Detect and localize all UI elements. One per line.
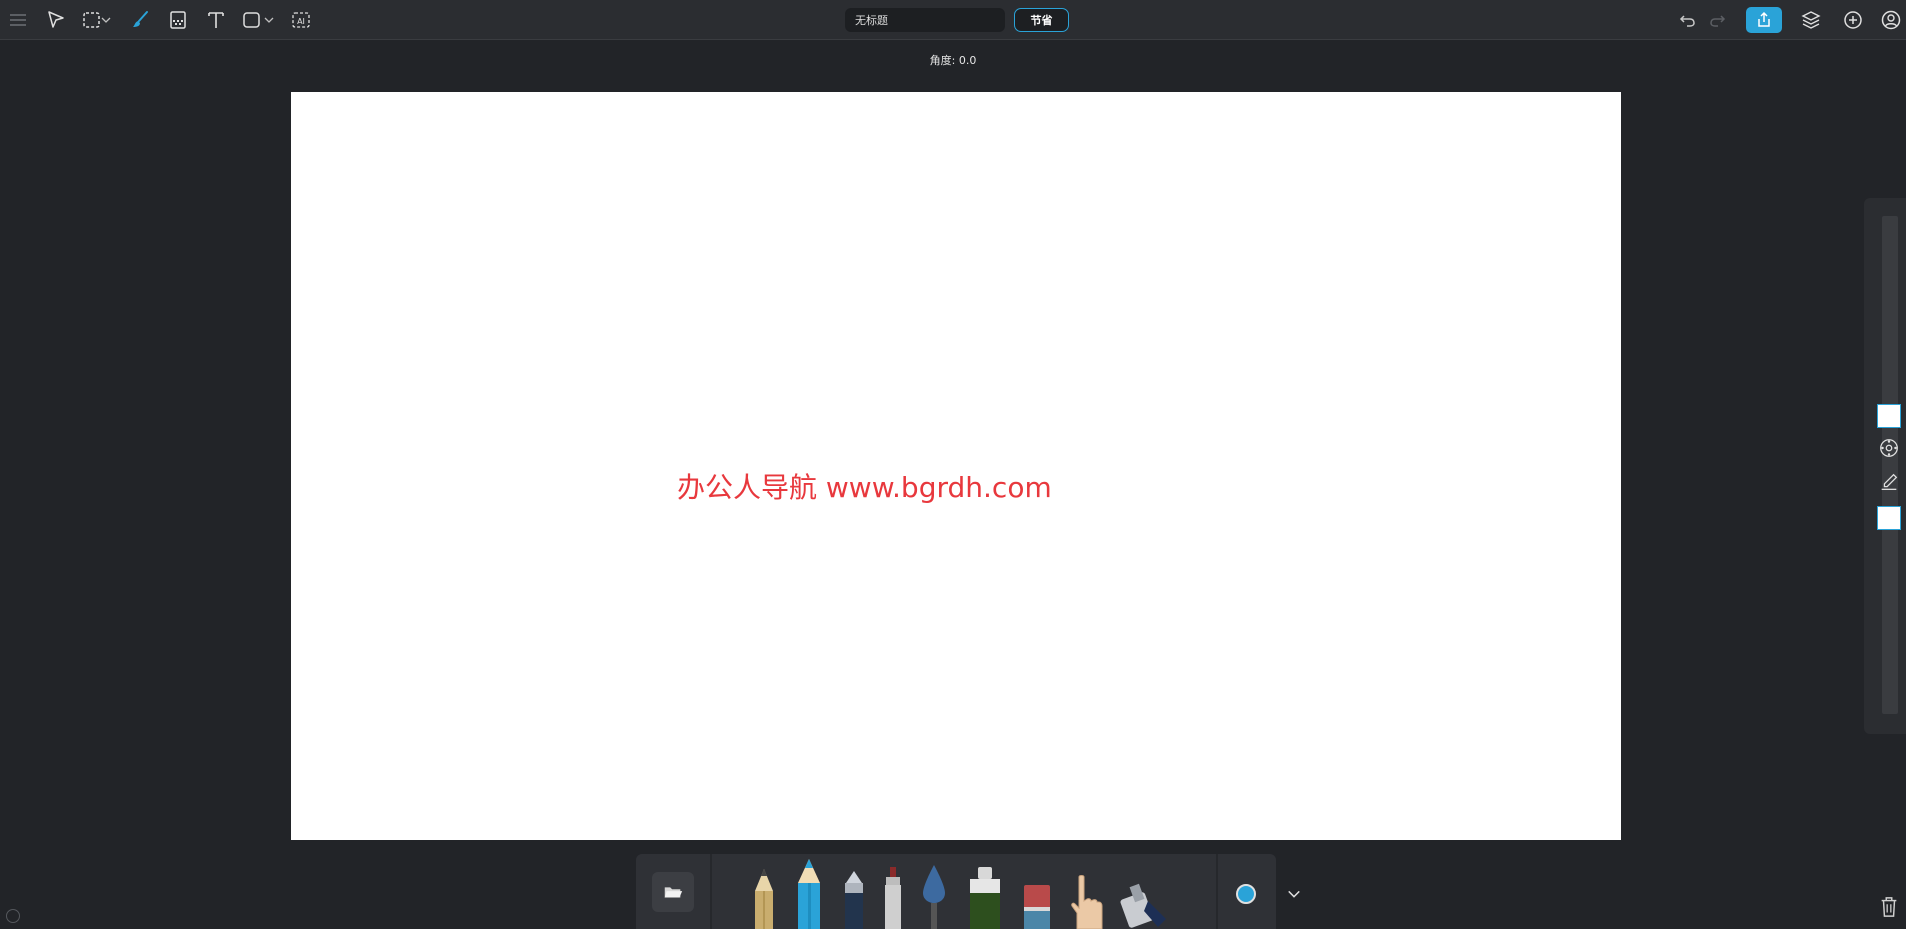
primary-color-swatch[interactable] <box>1877 404 1901 428</box>
folder-button[interactable] <box>652 872 694 912</box>
airbrush-brush-icon[interactable] <box>966 865 1004 929</box>
status-indicator <box>6 909 20 923</box>
trash-icon[interactable] <box>1876 893 1902 921</box>
smudge-brush-icon[interactable] <box>1067 873 1107 929</box>
pencil-brush-icon[interactable] <box>751 867 777 929</box>
undo-icon[interactable] <box>1673 5 1703 35</box>
secondary-color-swatch[interactable] <box>1877 506 1901 530</box>
pointer-icon[interactable] <box>41 5 71 35</box>
ai-icon[interactable]: AI <box>286 5 316 35</box>
user-icon[interactable] <box>1876 5 1906 35</box>
brush-size-slider[interactable] <box>1882 216 1898 714</box>
stamp-brush-icon[interactable] <box>1118 881 1172 929</box>
brush-library-bar <box>636 854 1276 929</box>
brush-icon[interactable] <box>126 5 156 35</box>
settings-wheel-icon[interactable] <box>1877 436 1901 460</box>
top-toolbar: AI 节省 <box>0 0 1906 40</box>
share-button[interactable] <box>1746 7 1782 33</box>
brush-settings-panel <box>1864 198 1906 734</box>
pen-tool-icon[interactable] <box>1877 470 1901 494</box>
share-icon <box>1758 11 1770 27</box>
shape-dropdown-chevron-icon[interactable] <box>261 5 277 35</box>
drawing-canvas[interactable]: 办公人导航 www.bgrdh.com <box>291 92 1621 840</box>
save-button[interactable]: 节省 <box>1014 8 1069 32</box>
angle-readout: 角度: 0.0 <box>929 54 977 67</box>
svg-text:AI: AI <box>297 17 305 26</box>
eraser-brush-icon[interactable] <box>1022 883 1052 929</box>
watermark-text: 办公人导航 www.bgrdh.com <box>677 471 1052 504</box>
menu-icon[interactable] <box>3 5 33 35</box>
texture-icon[interactable] <box>163 5 193 35</box>
brush-bar-divider <box>710 854 712 929</box>
text-icon[interactable] <box>201 5 231 35</box>
redo-icon[interactable] <box>1702 5 1732 35</box>
folder-icon <box>664 887 683 898</box>
layers-icon[interactable] <box>1796 5 1826 35</box>
add-icon[interactable] <box>1838 5 1868 35</box>
current-color-dot[interactable] <box>1236 884 1256 904</box>
brush-bar-divider-right <box>1216 854 1218 929</box>
expand-brushes-chevron-icon[interactable] <box>1282 882 1306 906</box>
colored-pencil-brush-icon[interactable] <box>794 857 824 929</box>
marker-brush-icon[interactable] <box>881 865 905 929</box>
watercolor-brush-icon[interactable] <box>919 863 949 929</box>
title-input[interactable] <box>845 8 1005 32</box>
select-dropdown-chevron-icon[interactable] <box>98 5 114 35</box>
pen-brush-icon[interactable] <box>842 869 866 929</box>
